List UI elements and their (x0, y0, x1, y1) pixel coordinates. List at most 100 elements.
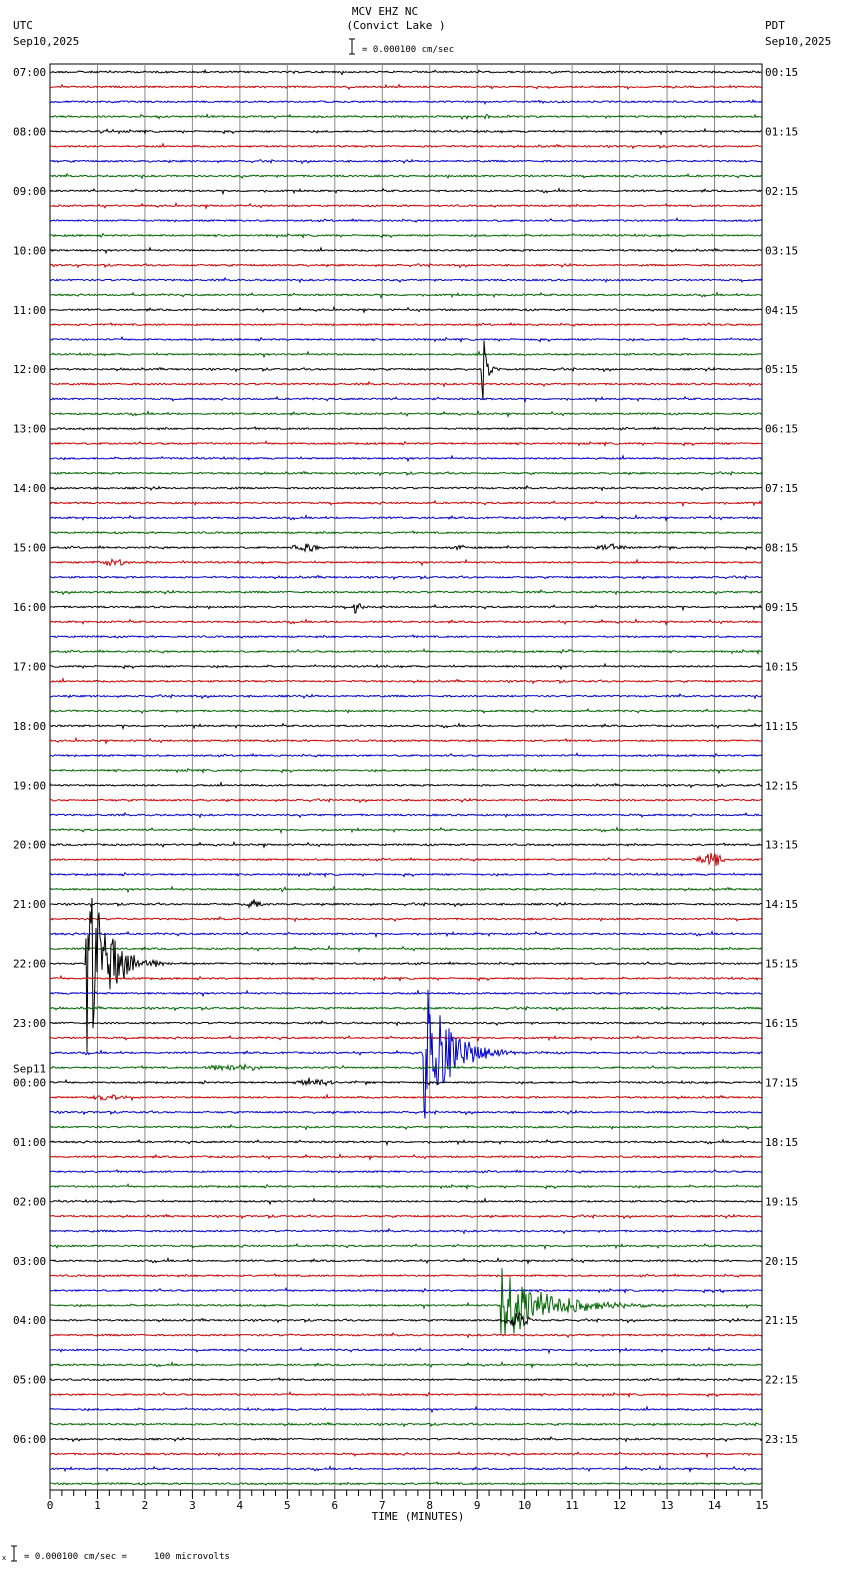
trace-row (49, 172, 763, 180)
pdt-hour-label: 03:15 (765, 244, 798, 257)
utc-hour-label: 15:00 (13, 542, 46, 555)
pdt-hour-label: 01:15 (765, 125, 798, 138)
trace-row (49, 276, 763, 284)
trace-row (49, 217, 763, 223)
trace-row (49, 1093, 763, 1102)
trace-row (49, 1331, 763, 1339)
trace-row (49, 662, 763, 671)
trace-row (49, 291, 763, 300)
x-tick-label: 10 (518, 1499, 531, 1512)
x-tick-label: 2 (142, 1499, 149, 1512)
pdt-hour-label: 22:15 (765, 1374, 798, 1387)
utc-hour-label: 13:00 (13, 423, 46, 436)
trace-row (49, 617, 763, 626)
footer-scale-bar-icon (11, 1545, 17, 1562)
trace-row (49, 98, 763, 105)
x-tick-label: 15 (755, 1499, 768, 1512)
trace-row (49, 1481, 763, 1486)
scale-bar-icon (349, 38, 355, 55)
trace-row (49, 350, 763, 359)
pdt-hour-label: 18:15 (765, 1136, 798, 1149)
trace-row (49, 692, 763, 700)
helicorder-chart: MCV EHZ NC (Convict Lake ) = 0.000100 cm… (2, 5, 831, 1562)
trace-row (50, 68, 763, 76)
trace-row (49, 989, 763, 998)
right-timezone: PDT (765, 19, 785, 32)
trace-row (49, 1123, 763, 1131)
trace-row (49, 930, 763, 939)
pdt-hour-label: 15:15 (765, 958, 798, 971)
utc-hour-label: 23:00 (13, 1017, 46, 1030)
trace-row (49, 557, 763, 567)
utc-hour-label: 04:00 (13, 1314, 46, 1327)
footer-scale-prefix: x (2, 1554, 6, 1562)
x-tick-label: 6 (331, 1499, 338, 1512)
trace-row (49, 542, 763, 553)
trace-row (49, 944, 763, 953)
x-axis: 0 1 2 3 4 5 6 7 8 9 10 11 12 13 14 15 (47, 1490, 769, 1512)
utc-hour-label: 08:00 (13, 125, 46, 138)
pdt-hour-label: 11:15 (765, 720, 798, 733)
x-tick-label: 11 (566, 1499, 579, 1512)
x-tick-label: 3 (189, 1499, 196, 1512)
pdt-hour-label: 00:15 (765, 66, 798, 79)
pdt-hour-label: 23:15 (765, 1433, 798, 1446)
utc-hour-label: 21:00 (13, 898, 46, 911)
trace-row (49, 1310, 763, 1327)
trace-row (49, 439, 763, 448)
pdt-hour-label: 13:15 (765, 839, 798, 852)
chart-subtitle: (Convict Lake ) (346, 19, 445, 32)
trace-row (49, 1450, 763, 1459)
trace-row (49, 1273, 763, 1278)
pdt-hour-label: 19:15 (765, 1195, 798, 1208)
utc-hour-label: 22:00 (13, 958, 46, 971)
trace-row (49, 499, 763, 508)
trace-row (49, 588, 763, 596)
trace-row (49, 1377, 763, 1382)
x-tick-label: 12 (613, 1499, 626, 1512)
trace-row (49, 1405, 763, 1414)
trace-row (49, 454, 763, 463)
utc-hour-label: 09:00 (13, 185, 46, 198)
pdt-hour-label: 16:15 (765, 1017, 798, 1030)
pdt-hour-label: 14:15 (765, 898, 798, 911)
trace-row (49, 1034, 763, 1043)
left-timezone: UTC (13, 19, 33, 32)
trace-row (49, 811, 763, 819)
x-axis-label: TIME (MINUTES) (372, 1510, 465, 1523)
traces (49, 68, 763, 1486)
trace-row (49, 871, 763, 878)
left-date: Sep10,2025 (13, 35, 79, 48)
x-tick-label: 1 (94, 1499, 101, 1512)
trace-row (49, 232, 763, 240)
trace-row (49, 484, 763, 492)
utc-hour-label: 18:00 (13, 720, 46, 733)
trace-row (49, 1435, 763, 1443)
trace-row (49, 1197, 763, 1206)
x-tick-label: 4 (237, 1499, 244, 1512)
trace-row (49, 530, 763, 535)
trace-row (49, 677, 763, 685)
trace-row (49, 187, 763, 196)
trace-row (49, 305, 763, 314)
trace-row (49, 127, 762, 136)
utc-hour-label: 12:00 (13, 363, 46, 376)
pdt-hour-label: 04:15 (765, 304, 798, 317)
trace-row (49, 470, 763, 477)
trace-row (49, 246, 763, 255)
x-tick-label: 13 (660, 1499, 673, 1512)
trace-row (49, 852, 762, 867)
trace-row (49, 1077, 763, 1087)
trace-row (49, 158, 763, 165)
scale-label: = 0.000100 cm/sec (362, 45, 454, 55)
trace-row (49, 380, 763, 388)
utc-hour-label: 14:00 (13, 482, 46, 495)
trace-row (49, 1213, 763, 1220)
utc-hour-label: 10:00 (13, 244, 46, 257)
trace-row (49, 1268, 763, 1335)
pdt-hour-label: 12:15 (765, 779, 798, 792)
trace-row (49, 1227, 763, 1235)
trace-row (49, 751, 763, 758)
utc-hour-label: 06:00 (13, 1433, 46, 1446)
trace-row (49, 899, 763, 909)
